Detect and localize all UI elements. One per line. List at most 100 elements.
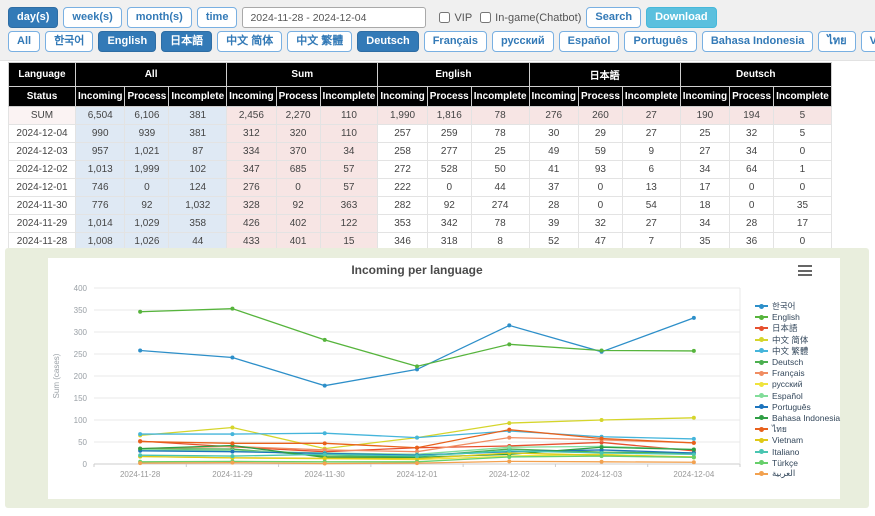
filter-checkbox-1[interactable] — [480, 12, 491, 23]
language-button-11[interactable]: Bahasa Indonesia — [702, 31, 814, 52]
checkbox-label-1[interactable]: In-game(Chatbot) — [480, 12, 581, 24]
legend-item-5[interactable]: Deutsch — [755, 357, 840, 367]
legend-item-15[interactable]: العربية — [755, 469, 840, 479]
table-cell: 122 — [320, 215, 378, 233]
table-cell: 1,029 — [125, 215, 169, 233]
table-row: 2024-11-291,0141,02935842640212235334278… — [9, 215, 832, 233]
legend-label: русский — [772, 379, 803, 389]
table-header-cell: Incoming — [529, 87, 578, 107]
table-cell: 64 — [730, 161, 774, 179]
search-button[interactable]: Search — [586, 7, 641, 28]
table-cell: 1,999 — [125, 161, 169, 179]
table-cell: 276 — [227, 179, 276, 197]
legend-label: Français — [772, 368, 805, 378]
table-cell: 78 — [471, 215, 529, 233]
table-cell: 34 — [680, 215, 729, 233]
language-button-8[interactable]: русский — [492, 31, 554, 52]
table-cell: 746 — [76, 179, 125, 197]
table-cell: 6,106 — [125, 107, 169, 125]
checkbox-label-0[interactable]: VIP — [439, 12, 472, 24]
period-button-2[interactable]: month(s) — [127, 7, 192, 28]
legend-label: 中文 繁體 — [772, 345, 808, 357]
svg-text:350: 350 — [74, 306, 88, 315]
svg-text:250: 250 — [74, 350, 88, 359]
table-cell: 41 — [529, 161, 578, 179]
legend-item-4[interactable]: 中文 繁體 — [755, 346, 840, 356]
table-header-cell: Incomplete — [774, 87, 832, 107]
svg-text:Sum (cases): Sum (cases) — [52, 353, 61, 398]
legend-marker — [755, 383, 768, 385]
legend-label: 日本語 — [772, 322, 798, 334]
legend-marker — [755, 439, 768, 441]
table-cell: 260 — [578, 107, 622, 125]
language-button-13[interactable]: Vietnam — [861, 31, 875, 52]
language-button-9[interactable]: Español — [559, 31, 620, 52]
language-button-7[interactable]: Français — [424, 31, 487, 52]
legend-item-9[interactable]: Português — [755, 402, 840, 412]
legend-item-11[interactable]: ไทย — [755, 424, 840, 434]
table-cell: 277 — [427, 143, 471, 161]
language-button-10[interactable]: Português — [624, 31, 696, 52]
chart-menu-icon[interactable] — [798, 265, 812, 276]
legend-item-13[interactable]: Italiano — [755, 446, 840, 456]
legend-item-6[interactable]: Français — [755, 368, 840, 378]
download-button[interactable]: Download — [646, 7, 717, 28]
table-header-cell: Process — [578, 87, 622, 107]
table-cell: 1,032 — [169, 197, 227, 215]
table-cell: 57 — [320, 161, 378, 179]
table-header-cell: Incomplete — [622, 87, 680, 107]
table-row-label: 2024-12-03 — [9, 143, 76, 161]
period-button-3[interactable]: time — [197, 7, 238, 28]
table-cell: 222 — [378, 179, 427, 197]
language-button-3[interactable]: 日本語 — [161, 31, 212, 52]
legend-marker — [755, 395, 768, 397]
legend-marker — [755, 473, 768, 475]
language-button-12[interactable]: ไทย — [818, 31, 855, 52]
table-cell: 347 — [227, 161, 276, 179]
table-cell: 6,504 — [76, 107, 125, 125]
table-cell: 939 — [125, 125, 169, 143]
legend-item-0[interactable]: 한국어 — [755, 301, 840, 311]
table-cell: 0 — [578, 197, 622, 215]
svg-text:2024-11-29: 2024-11-29 — [212, 470, 253, 479]
table-cell: 990 — [76, 125, 125, 143]
language-button-0[interactable]: All — [8, 31, 40, 52]
period-button-0[interactable]: day(s) — [8, 7, 58, 28]
date-range-input[interactable] — [242, 7, 426, 28]
table-cell: 0 — [125, 179, 169, 197]
legend-item-2[interactable]: 日本語 — [755, 323, 840, 333]
filter-checkbox-0[interactable] — [439, 12, 450, 23]
language-button-4[interactable]: 中文 简体 — [217, 31, 282, 52]
legend-marker — [755, 327, 768, 329]
chart-legend: 한국어English日本語中文 简体中文 繁體DeutschFrançaisру… — [755, 301, 840, 479]
table-row: 2024-12-039571,0218733437034258277254959… — [9, 143, 832, 161]
language-button-5[interactable]: 中文 繁體 — [287, 31, 352, 52]
legend-item-3[interactable]: 中文 简体 — [755, 335, 840, 345]
svg-text:2024-12-01: 2024-12-01 — [397, 470, 438, 479]
legend-item-8[interactable]: Español — [755, 391, 840, 401]
table-cell: 353 — [378, 215, 427, 233]
svg-text:2024-12-04: 2024-12-04 — [673, 470, 714, 479]
language-button-6[interactable]: Deutsch — [357, 31, 418, 52]
table-cell: 402 — [276, 215, 320, 233]
legend-label: ไทย — [772, 422, 787, 436]
table-cell: 685 — [276, 161, 320, 179]
filter-checkboxes: VIP In-game(Chatbot) — [431, 12, 581, 24]
table-cell: 358 — [169, 215, 227, 233]
legend-item-7[interactable]: русский — [755, 379, 840, 389]
legend-item-12[interactable]: Vietnam — [755, 435, 840, 445]
period-button-1[interactable]: week(s) — [63, 7, 121, 28]
legend-label: English — [772, 312, 800, 322]
table-cell: 9 — [622, 143, 680, 161]
table-row: 2024-12-017460124276057222044370131700 — [9, 179, 832, 197]
table-row-label: 2024-12-04 — [9, 125, 76, 143]
legend-item-10[interactable]: Bahasa Indonesia — [755, 413, 840, 423]
language-button-2[interactable]: English — [98, 31, 156, 52]
table-cell: 5 — [774, 107, 832, 125]
legend-item-1[interactable]: English — [755, 312, 840, 322]
table-cell: 27 — [622, 107, 680, 125]
language-button-1[interactable]: 한국어 — [45, 31, 93, 52]
legend-label: العربية — [772, 468, 795, 479]
legend-item-14[interactable]: Türkçe — [755, 458, 840, 468]
table-cell: 2,270 — [276, 107, 320, 125]
